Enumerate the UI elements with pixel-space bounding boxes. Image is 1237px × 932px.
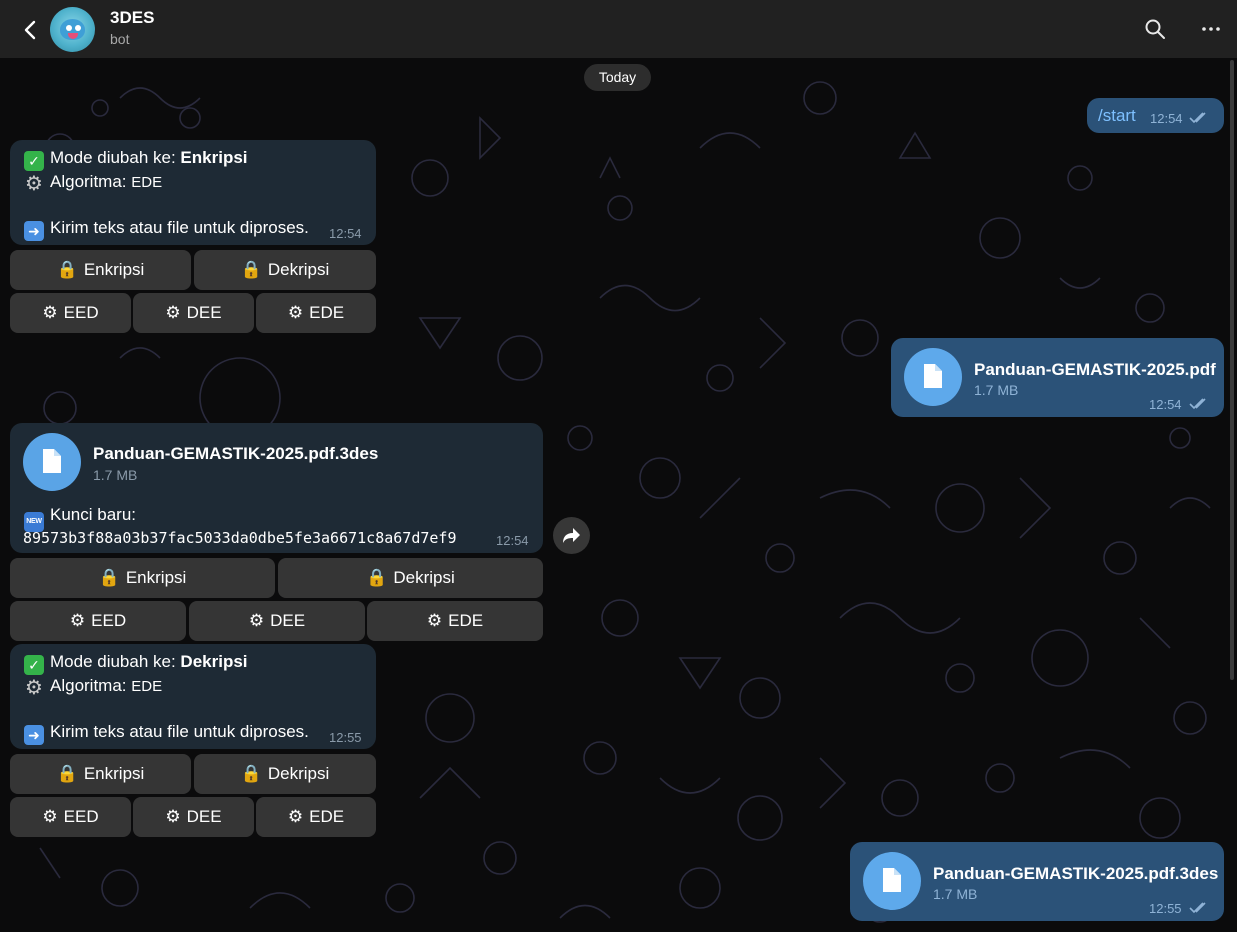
more-options-icon <box>1202 27 1220 31</box>
document-icon <box>43 449 61 473</box>
forward-icon <box>563 528 580 543</box>
file-download-button[interactable] <box>863 852 921 910</box>
mode-value: Dekripsi <box>180 652 248 671</box>
inline-button-dee[interactable]: ⚙ DEE <box>133 293 254 333</box>
chat-area[interactable]: Today /start 12:54 ✓ Mode diubah ke: Enkr… <box>0 58 1237 932</box>
file-size: 1.7 MB <box>974 382 1019 398</box>
inline-button-enkripsi[interactable]: 🔒 Enkripsi <box>10 558 275 598</box>
key-value[interactable]: 89573b3f88a03b37fac5033da0dbe5fe3a6671c8… <box>23 529 456 547</box>
message-time: 12:54 <box>496 533 529 548</box>
gear-icon: ⚙ <box>42 807 58 826</box>
mode-line: ✓ Mode diubah ke: Enkripsi <box>24 148 248 171</box>
incoming-message[interactable]: ✓ Mode diubah ke: Dekripsi ⚙ Algoritma: ED… <box>10 644 376 749</box>
gear-icon: ⚙ <box>69 611 86 630</box>
lock-icon: 🔒 <box>56 764 78 783</box>
lock-icon: 🔒 <box>240 260 262 279</box>
gear-icon: ⚙ <box>287 303 304 322</box>
file-size: 1.7 MB <box>933 886 978 902</box>
read-receipt-icon <box>1189 398 1206 410</box>
right-arrow-emoji: ➜ <box>24 221 44 241</box>
inline-button-dee[interactable]: ⚙ DEE <box>133 797 254 837</box>
gear-icon: ⚙ <box>25 173 43 195</box>
right-arrow-emoji: ➜ <box>24 725 44 745</box>
algorithm-line: ⚙ Algoritma: EDE <box>25 172 163 195</box>
forward-button[interactable] <box>553 517 590 554</box>
inline-button-enkripsi[interactable]: 🔒 Enkripsi <box>10 250 191 290</box>
inline-button-eed[interactable]: ⚙ EED <box>10 797 131 837</box>
chat-subtitle: bot <box>110 31 130 47</box>
outgoing-file-message[interactable]: Panduan-GEMASTIK-2025.pdf.3des 1.7 MB 12… <box>850 842 1224 921</box>
instruction-line: ➜ Kirim teks atau file untuk diproses. <box>24 722 309 745</box>
inline-button-ede[interactable]: ⚙ EDE <box>367 601 543 641</box>
read-receipt-icon <box>1189 112 1206 124</box>
document-icon <box>883 868 901 892</box>
file-name[interactable]: Panduan-GEMASTIK-2025.pdf <box>974 360 1216 380</box>
lock-icon: 🔒 <box>56 260 78 279</box>
mode-value: Enkripsi <box>180 148 248 167</box>
outgoing-file-message[interactable]: Panduan-GEMASTIK-2025.pdf 1.7 MB 12:54 <box>891 338 1224 417</box>
inline-button-dekripsi[interactable]: 🔒 Dekripsi <box>278 558 543 598</box>
command-text[interactable]: /start <box>1098 106 1136 126</box>
gear-icon: ⚙ <box>426 611 443 630</box>
chat-title[interactable]: 3DES <box>110 8 154 28</box>
inline-button-ede[interactable]: ⚙ EDE <box>256 797 376 837</box>
date-separator: Today <box>584 64 651 91</box>
file-download-button[interactable] <box>904 348 962 406</box>
inline-button-ede[interactable]: ⚙ EDE <box>256 293 376 333</box>
check-emoji: ✓ <box>24 151 44 171</box>
read-receipt-icon <box>1189 902 1206 914</box>
check-emoji: ✓ <box>24 655 44 675</box>
gear-icon: ⚙ <box>165 807 181 826</box>
chat-scrollbar[interactable] <box>1230 60 1234 680</box>
algorithm-line: ⚙ Algoritma: EDE <box>25 676 163 699</box>
key-label-line: NEW Kunci baru: <box>24 505 136 532</box>
chat-header: 3DES bot <box>0 0 1237 58</box>
outgoing-message[interactable]: /start 12:54 <box>1087 98 1224 133</box>
file-size: 1.7 MB <box>93 467 138 483</box>
inline-button-enkripsi[interactable]: 🔒 Enkripsi <box>10 754 191 794</box>
lock-icon: 🔒 <box>366 568 388 587</box>
document-icon <box>924 364 942 388</box>
algorithm-value: EDE <box>131 678 163 695</box>
gear-icon: ⚙ <box>248 611 265 630</box>
search-button[interactable] <box>1144 18 1166 40</box>
bot-avatar[interactable] <box>50 7 95 52</box>
lock-icon: 🔒 <box>240 764 262 783</box>
inline-button-dekripsi[interactable]: 🔒 Dekripsi <box>194 250 376 290</box>
back-arrow-icon <box>24 20 36 40</box>
instruction-line: ➜ Kirim teks atau file untuk diproses. <box>24 218 309 241</box>
gear-icon: ⚙ <box>25 677 43 699</box>
message-time: 12:54 <box>329 226 362 241</box>
message-time: 12:54 <box>1149 397 1182 412</box>
inline-button-eed[interactable]: ⚙ EED <box>10 601 186 641</box>
inline-button-eed[interactable]: ⚙ EED <box>10 293 131 333</box>
gear-icon: ⚙ <box>287 807 304 826</box>
inline-button-dekripsi[interactable]: 🔒 Dekripsi <box>194 754 376 794</box>
lock-icon: 🔒 <box>98 568 120 587</box>
message-time: 12:54 <box>1150 111 1183 126</box>
algorithm-value: EDE <box>131 174 163 191</box>
more-options-button[interactable] <box>1200 18 1222 40</box>
file-name[interactable]: Panduan-GEMASTIK-2025.pdf.3des <box>933 864 1218 884</box>
gear-icon: ⚙ <box>42 303 58 322</box>
file-name[interactable]: Panduan-GEMASTIK-2025.pdf.3des <box>93 444 378 464</box>
message-time: 12:55 <box>1149 901 1182 916</box>
search-icon <box>1145 19 1165 39</box>
gear-icon: ⚙ <box>165 303 181 322</box>
inline-button-dee[interactable]: ⚙ DEE <box>189 601 365 641</box>
file-download-button[interactable] <box>23 433 81 491</box>
incoming-file-message[interactable]: Panduan-GEMASTIK-2025.pdf.3des 1.7 MB NE… <box>10 423 543 553</box>
incoming-message[interactable]: ✓ Mode diubah ke: Enkripsi ⚙ Algoritma: ED… <box>10 140 376 245</box>
back-button[interactable] <box>18 17 44 43</box>
mode-line: ✓ Mode diubah ke: Dekripsi <box>24 652 248 675</box>
message-time: 12:55 <box>329 730 362 745</box>
